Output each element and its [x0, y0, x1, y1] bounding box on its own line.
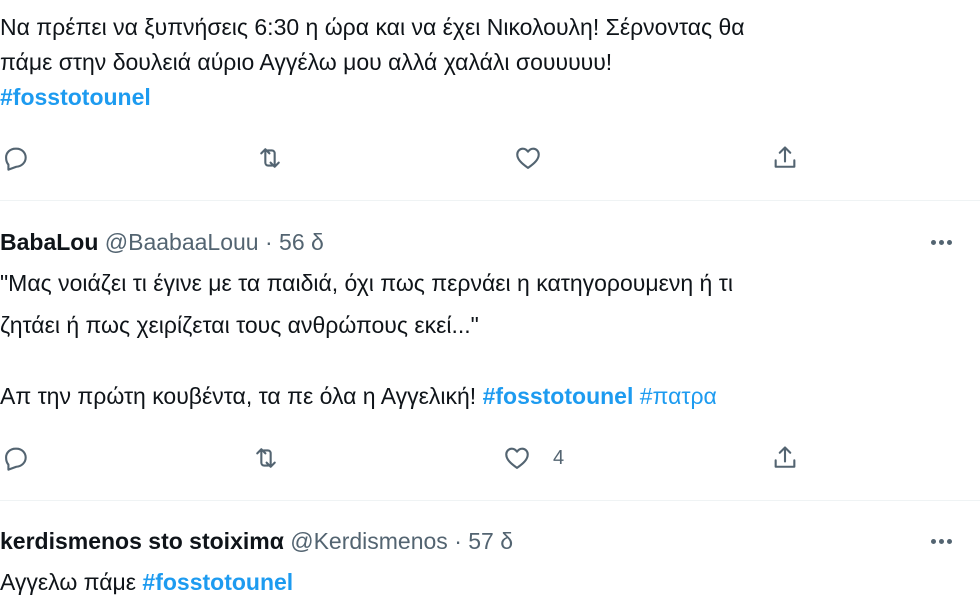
tweet-3-text-line-1: Αγγελω πάμε #fosstotounel [0, 567, 293, 598]
reply-icon [2, 144, 30, 172]
tweet-divider [0, 200, 980, 201]
share-icon [771, 444, 799, 472]
tweet-2-hashtag-2[interactable]: #πατρα [640, 383, 717, 409]
tweet-2-text-line-2: ζητάει ή πως χειρίζεται τους ανθρώπους ε… [0, 312, 479, 338]
tweet-3-text: Αγγελω πάμε [0, 569, 137, 595]
tweet-2-text-line-3: Απ την πρώτη κουβέντα, τα πε όλα η Αγγελ… [0, 381, 717, 412]
tweet-2-hashtag-1[interactable]: #fosstotounel [483, 383, 634, 409]
reply-button[interactable] [2, 138, 30, 178]
tweet-1-text-line-1: Να πρέπει να ξυπνήσεις 6:30 η ώρα και να… [0, 14, 745, 40]
tweet-1-hashtag[interactable]: #fosstotounel [0, 82, 151, 113]
retweet-button[interactable] [252, 438, 280, 478]
more-icon [931, 239, 936, 245]
tweet-divider [0, 500, 980, 501]
author-handle[interactable]: @BaabaaLouu [105, 229, 259, 255]
timestamp[interactable]: 57 δ [468, 528, 513, 554]
tweet-2-text-line-1: "Μας νοιάζει τι έγινε με τα παιδιά, όχι … [0, 270, 733, 296]
author-name[interactable]: BabaLou [0, 229, 98, 255]
tweet-2-header: BabaLou @BaabaaLouu · 56 δ [0, 225, 980, 259]
tweet-3-header: kerdismenos sto stoiximα @Kerdismenos · … [0, 524, 980, 558]
author-name[interactable]: kerdismenos sto stoiximα [0, 528, 284, 554]
retweet-icon [252, 444, 280, 472]
more-icon [931, 538, 936, 544]
share-button[interactable] [771, 438, 799, 478]
tweet-3-hashtag[interactable]: #fosstotounel [142, 569, 293, 595]
share-icon [771, 144, 799, 172]
author-handle[interactable]: @Kerdismenos [290, 528, 448, 554]
separator: · [264, 229, 273, 255]
timestamp[interactable]: 56 δ [279, 229, 324, 255]
like-button[interactable] [514, 138, 542, 178]
reply-button[interactable] [2, 438, 30, 478]
heart-icon [503, 444, 531, 472]
tweet-1-text-line-2: πάμε στην δουλειά αύριο Αγγέλω μου αλλά … [0, 49, 613, 75]
reply-icon [2, 444, 30, 472]
retweet-button[interactable] [256, 138, 284, 178]
like-button[interactable]: 4 [503, 438, 564, 478]
heart-icon [514, 144, 542, 172]
tweet-2-actions: 4 [0, 438, 980, 478]
tweet-2-text: Απ την πρώτη κουβέντα, τα πε όλα η Αγγελ… [0, 383, 477, 409]
more-options-button[interactable] [928, 524, 952, 558]
tweet-1-actions [0, 138, 980, 178]
share-button[interactable] [771, 138, 799, 178]
retweet-icon [256, 144, 284, 172]
more-options-button[interactable] [928, 225, 952, 259]
like-count: 4 [553, 446, 565, 469]
separator: · [454, 528, 462, 554]
